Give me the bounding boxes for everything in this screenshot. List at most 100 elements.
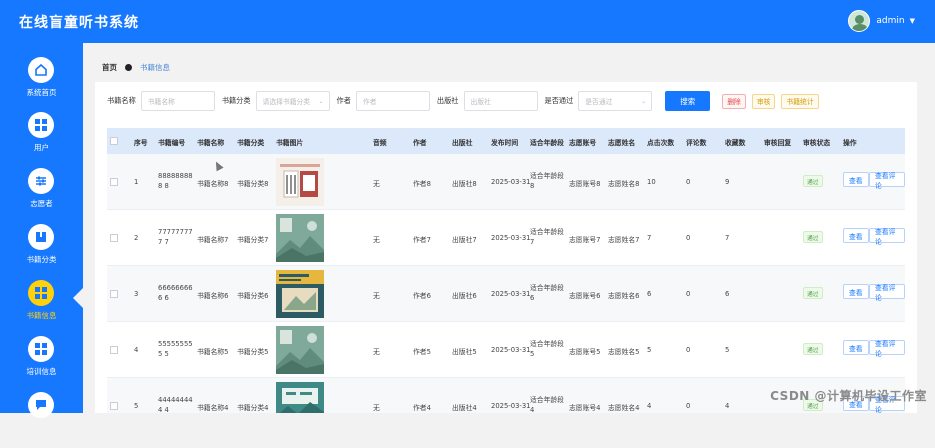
view-button[interactable]: 查看 xyxy=(843,284,869,299)
chevron-down-icon[interactable]: ▼ xyxy=(910,17,915,25)
user-menu[interactable]: admin ▼ xyxy=(848,10,915,32)
app-title: 在线盲童听书系统 xyxy=(19,12,139,32)
active-indicator xyxy=(73,288,83,308)
col-header: 书籍图片 xyxy=(276,137,303,147)
cell-date: 2025-03-31 xyxy=(491,234,531,242)
status-badge: 通过 xyxy=(803,231,823,243)
row-checkbox[interactable] xyxy=(110,234,118,242)
grid-icon xyxy=(28,112,54,138)
category-select[interactable]: 请选择书籍分类⌄ xyxy=(256,91,330,111)
name-input[interactable]: 书籍名称 xyxy=(141,91,215,111)
table-row: 3 666666666 6 书籍名称6 书籍分类6 无 作者6 出版社6 202… xyxy=(107,266,905,322)
grid-icon xyxy=(28,336,54,362)
sidebar-item-home[interactable]: 系统首页 xyxy=(0,57,83,113)
top-bar: 在线盲童听书系统 admin ▼ xyxy=(0,0,935,43)
col-header: 适合年龄段 xyxy=(530,137,564,147)
breadcrumb-home[interactable]: 首页 xyxy=(102,62,117,73)
delete-button[interactable]: 删除 xyxy=(722,94,746,109)
cell-name: 书籍名称6 xyxy=(197,290,229,300)
cell-publisher: 出版社6 xyxy=(452,290,477,300)
cell-clicks: 5 xyxy=(647,346,651,354)
cell-vol-account: 志愿账号7 xyxy=(569,234,601,244)
author-input[interactable]: 作者 xyxy=(356,91,430,111)
home-icon xyxy=(28,57,54,83)
cell-age: 适合年龄段 8 xyxy=(530,171,567,191)
publisher-input[interactable]: 出版社 xyxy=(464,91,538,111)
cell-clicks: 4 xyxy=(647,402,651,410)
view-comments-button[interactable]: 查看评论 xyxy=(869,340,905,355)
view-comments-button[interactable]: 查看评论 xyxy=(869,228,905,243)
cell-name: 书籍名称7 xyxy=(197,234,229,244)
row-checkbox[interactable] xyxy=(110,402,118,410)
cell-date: 2025-03-31 xyxy=(491,346,531,354)
view-button[interactable]: 查看 xyxy=(843,172,869,187)
cell-audio: 无 xyxy=(373,346,380,356)
cell-comments: 0 xyxy=(686,290,690,298)
cell-favorites: 6 xyxy=(725,290,729,298)
cell-code: 888888888 8 xyxy=(158,171,194,191)
col-header: 书籍编号 xyxy=(158,137,185,147)
search-button[interactable]: 搜索 xyxy=(665,91,710,111)
chat-icon xyxy=(28,392,54,418)
select-all-checkbox[interactable] xyxy=(110,137,118,145)
col-header: 书籍分类 xyxy=(237,137,264,147)
cell-index: 5 xyxy=(134,402,138,410)
row-checkbox[interactable] xyxy=(110,290,118,298)
cell-age: 适合年龄段 4 xyxy=(530,395,567,413)
view-button[interactable]: 查看 xyxy=(843,340,869,355)
col-header: 音频 xyxy=(373,137,387,147)
approved-select[interactable]: 是否通过⌄ xyxy=(578,91,652,111)
cell-audio: 无 xyxy=(373,290,380,300)
sidebar: 系统首页 用户 志愿者 书籍分类 书籍信息 培训信息 xyxy=(0,43,83,413)
cell-name: 书籍名称8 xyxy=(197,178,229,188)
sidebar-item-book-categories[interactable]: 书籍分类 xyxy=(0,224,83,280)
book-cover-image[interactable] xyxy=(276,214,324,262)
sidebar-item-messages[interactable] xyxy=(0,392,83,448)
cell-category: 书籍分类7 xyxy=(237,234,269,244)
status-badge: 通过 xyxy=(803,175,823,187)
approved-label: 是否通过 xyxy=(545,96,574,106)
view-button[interactable]: 查看 xyxy=(843,228,869,243)
books-table: 序号 书籍编号 书籍名称 书籍分类 书籍图片 音频 作者 出版社 发布时间 适合… xyxy=(107,128,905,413)
col-header: 审核状态 xyxy=(803,137,830,147)
cell-age: 适合年龄段 7 xyxy=(530,227,567,247)
content-panel: 书籍名称 书籍名称 书籍分类 请选择书籍分类⌄ 作者 作者 出版社 出版社 是否… xyxy=(95,82,917,413)
cell-author: 作者4 xyxy=(413,402,431,412)
col-header: 序号 xyxy=(134,137,148,147)
row-checkbox[interactable] xyxy=(110,346,118,354)
book-cover-image[interactable] xyxy=(276,270,324,318)
chevron-down-icon: ⌄ xyxy=(319,98,324,105)
col-header: 审核回复 xyxy=(764,137,791,147)
cell-name: 书籍名称5 xyxy=(197,346,229,356)
sidebar-item-book-info[interactable]: 书籍信息 xyxy=(0,280,83,336)
cell-clicks: 10 xyxy=(647,178,656,186)
view-comments-button[interactable]: 查看评论 xyxy=(869,172,905,187)
username[interactable]: admin xyxy=(876,16,904,26)
cell-index: 1 xyxy=(134,178,138,186)
view-comments-button[interactable]: 查看评论 xyxy=(869,284,905,299)
col-header: 出版社 xyxy=(452,137,472,147)
book-stats-button[interactable]: 书籍统计 xyxy=(781,94,818,109)
status-badge: 通过 xyxy=(803,287,823,299)
breadcrumb-separator-icon xyxy=(125,64,132,71)
book-cover-image[interactable] xyxy=(276,326,324,374)
sidebar-item-volunteers[interactable]: 志愿者 xyxy=(0,168,83,224)
cell-comments: 0 xyxy=(686,178,690,186)
cell-code: 777777777 7 xyxy=(158,227,194,247)
sidebar-item-training[interactable]: 培训信息 xyxy=(0,336,83,392)
cell-favorites: 5 xyxy=(725,346,729,354)
cell-vol-account: 志愿账号4 xyxy=(569,402,601,412)
cell-author: 作者7 xyxy=(413,234,431,244)
book-cover-image[interactable] xyxy=(276,158,324,206)
cell-code: 444444444 4 xyxy=(158,395,194,413)
cell-favorites: 7 xyxy=(725,234,729,242)
sidebar-item-users[interactable]: 用户 xyxy=(0,112,83,168)
cell-category: 书籍分类5 xyxy=(237,346,269,356)
col-header: 评论数 xyxy=(686,137,706,147)
avatar[interactable] xyxy=(848,10,870,32)
sidebar-item-label: 书籍信息 xyxy=(0,310,83,321)
row-checkbox[interactable] xyxy=(110,178,118,186)
cell-date: 2025-03-31 xyxy=(491,402,531,410)
audit-button[interactable]: 审核 xyxy=(752,94,776,109)
book-cover-image[interactable] xyxy=(276,382,324,413)
